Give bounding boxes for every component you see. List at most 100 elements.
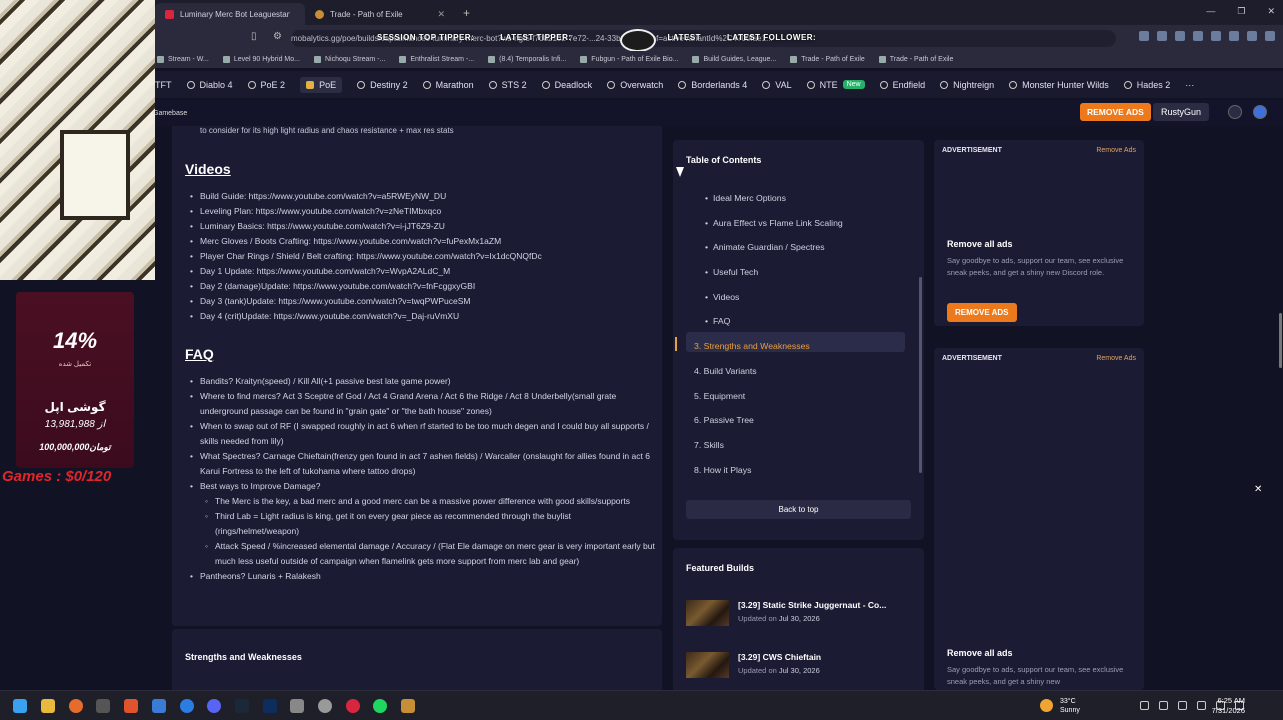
file-explorer-icon[interactable] <box>41 699 55 713</box>
remove-ads-button[interactable]: REMOVE ADS <box>947 303 1017 322</box>
close-window-icon[interactable]: ✕ <box>1267 6 1275 17</box>
bookmark-item[interactable]: Nichoqu Stream -... <box>314 56 385 63</box>
bookmark-item[interactable]: Trade - Path of Exile <box>790 56 865 63</box>
start-icon[interactable] <box>13 699 27 713</box>
toc-subitem[interactable]: FAQ <box>705 316 731 326</box>
toc-item[interactable]: 8. How it Plays <box>694 465 751 475</box>
nav-item-hades-2[interactable]: Hades 2 <box>1123 80 1170 90</box>
app-icon[interactable] <box>290 699 304 713</box>
bookmark-item[interactable]: Enthralist Stream -... <box>399 56 474 63</box>
toc-item[interactable]: 4. Build Variants <box>694 366 757 376</box>
video-link[interactable]: Leveling Plan: https://www.youtube.com/w… <box>190 204 655 219</box>
discord-icon[interactable] <box>207 699 221 713</box>
nav-item-val[interactable]: VAL <box>762 80 792 90</box>
toc-subitem[interactable]: Aura Effect vs Flame Link Scaling <box>705 218 843 228</box>
sidebar-icon[interactable] <box>1247 31 1257 41</box>
bookmark-icon[interactable]: ▯ <box>251 31 257 42</box>
extension-icon[interactable] <box>1193 31 1203 41</box>
toc-item-active[interactable]: 3. Strengths and Weaknesses <box>694 341 810 351</box>
bookmark-icon <box>314 56 321 63</box>
nav-item-nte[interactable]: NTE New <box>806 80 865 90</box>
nav-item-deadlock[interactable]: Deadlock <box>541 79 593 90</box>
toc-subitem[interactable]: Ideal Merc Options <box>705 193 786 203</box>
nav-label: Deadlock <box>554 79 593 90</box>
menu-icon[interactable] <box>1265 31 1275 41</box>
video-link[interactable]: Build Guide: https://www.youtube.com/wat… <box>190 189 655 204</box>
bookmark-item[interactable]: Fubgun - Path of Exile Bio... <box>580 56 678 63</box>
nav-item-endfield[interactable]: Endfield <box>879 80 925 90</box>
clock[interactable]: 6:25 AM 7/31/2026 <box>1205 696 1245 716</box>
toc-subitem[interactable]: Animate Guardian / Spectres <box>705 242 825 252</box>
poe-icon[interactable] <box>401 699 415 713</box>
back-to-top-button[interactable]: Back to top <box>686 500 911 519</box>
video-link[interactable]: Luminary Basics: https://www.youtube.com… <box>190 219 655 234</box>
nav-item-borderlands-4[interactable]: Borderlands 4 <box>678 80 747 90</box>
settings-icon[interactable] <box>1228 105 1242 119</box>
new-tab-button[interactable]: + <box>463 6 470 20</box>
toc-subitem[interactable]: Useful Tech <box>705 267 758 277</box>
nav-item-nightreign[interactable]: Nightreign <box>940 80 994 90</box>
donation-goal-card: 14% تکمیل شده گوشی اپل 13,981,988 از 100… <box>16 292 134 468</box>
nav-item-overwatch[interactable]: Overwatch <box>607 80 663 90</box>
maximize-icon[interactable]: ❐ <box>1237 6 1245 17</box>
nav-item-destiny-2[interactable]: Destiny 2 <box>357 80 408 90</box>
nav-item-tft[interactable]: TFT <box>155 80 172 90</box>
build-updated: Updated on Jul 30, 2026 <box>738 614 820 623</box>
browser-tab[interactable]: Luminary Merc Bot Leaguestarter Bu <box>155 3 305 25</box>
toc-item[interactable]: 5. Equipment <box>694 391 745 401</box>
toc-subitem[interactable]: Videos <box>705 292 740 302</box>
extension-icon[interactable] <box>1211 31 1221 41</box>
bookmark-item[interactable]: Level 90 Hybrid Mo... <box>222 56 300 63</box>
page-scrollbar[interactable] <box>1279 313 1282 368</box>
video-link[interactable]: Player Char Rings / Shield / Belt crafti… <box>190 249 655 264</box>
nav-item-poe[interactable]: PoE <box>300 76 343 93</box>
user-menu-button[interactable]: RustyGun <box>1153 103 1210 121</box>
nav-item-poe-2[interactable]: PoE 2 <box>247 80 285 90</box>
toc-item[interactable]: 7. Skills <box>694 440 724 450</box>
close-icon[interactable]: ✕ <box>1254 484 1262 495</box>
nav-item-diablo-4[interactable]: Diablo 4 <box>186 80 233 90</box>
obs-icon[interactable] <box>318 699 332 713</box>
vscode-icon[interactable] <box>263 699 277 713</box>
extension-icon[interactable] <box>1229 31 1239 41</box>
remove-ads-link[interactable]: Remove Ads <box>1096 355 1136 362</box>
firefox-icon[interactable] <box>69 699 83 713</box>
nav-item-sts-2[interactable]: STS 2 <box>488 80 527 90</box>
extension-icon[interactable] <box>1157 31 1167 41</box>
app-icon[interactable] <box>346 699 360 713</box>
more-games-button[interactable]: ··· <box>1185 80 1194 90</box>
bookmark-item[interactable]: (8.4) Temporalis Infi... <box>488 56 566 63</box>
avatar[interactable] <box>1253 105 1267 119</box>
extension-icon[interactable] <box>1139 31 1149 41</box>
nav-item-marathon[interactable]: Marathon <box>422 80 474 90</box>
app-tray-icon[interactable] <box>1178 701 1187 710</box>
video-link[interactable]: Merc Gloves / Boots Crafting: https://ww… <box>190 234 655 249</box>
app-icon[interactable] <box>180 699 194 713</box>
site-settings-icon[interactable]: ⚙ <box>273 31 282 42</box>
toc-item[interactable]: 6. Passive Tree <box>694 415 754 425</box>
bookmark-item[interactable]: Build Guides, League... <box>692 56 776 63</box>
video-link[interactable]: Day 3 (tank)Update: https://www.youtube.… <box>190 294 655 309</box>
network-icon[interactable] <box>1159 701 1168 710</box>
spotify-icon[interactable] <box>373 699 387 713</box>
browser-tab[interactable]: Trade - Path of Exile ✕ <box>305 3 455 25</box>
video-link[interactable]: Day 2 (damage)Update: https://www.youtub… <box>190 279 655 294</box>
site-logo[interactable]: Gamebase <box>153 110 187 117</box>
chevron-up-icon[interactable] <box>1140 701 1149 710</box>
bookmark-item[interactable]: Trade - Path of Exile <box>878 56 953 63</box>
video-link[interactable]: Day 1 Update: https://www.youtube.com/wa… <box>190 264 655 279</box>
terminal-icon[interactable] <box>96 699 110 713</box>
extension-icon[interactable] <box>1175 31 1185 41</box>
photos-icon[interactable] <box>152 699 166 713</box>
remove-ads-button[interactable]: REMOVE ADS <box>1080 103 1151 121</box>
video-link[interactable]: Day 4 (crit)Update: https://www.youtube.… <box>190 309 655 324</box>
brave-icon[interactable] <box>124 699 138 713</box>
steam-icon[interactable] <box>235 699 249 713</box>
minimize-icon[interactable]: — <box>1206 6 1215 17</box>
close-tab-icon[interactable]: ✕ <box>437 9 445 20</box>
toc-scrollbar[interactable] <box>919 277 922 473</box>
bookmark-item[interactable]: Stream - W... <box>157 56 209 63</box>
faq-heading: FAQ <box>185 346 214 362</box>
remove-ads-link[interactable]: Remove Ads <box>1096 147 1136 154</box>
nav-item-monster-hunter-wilds[interactable]: Monster Hunter Wilds <box>1009 80 1109 90</box>
